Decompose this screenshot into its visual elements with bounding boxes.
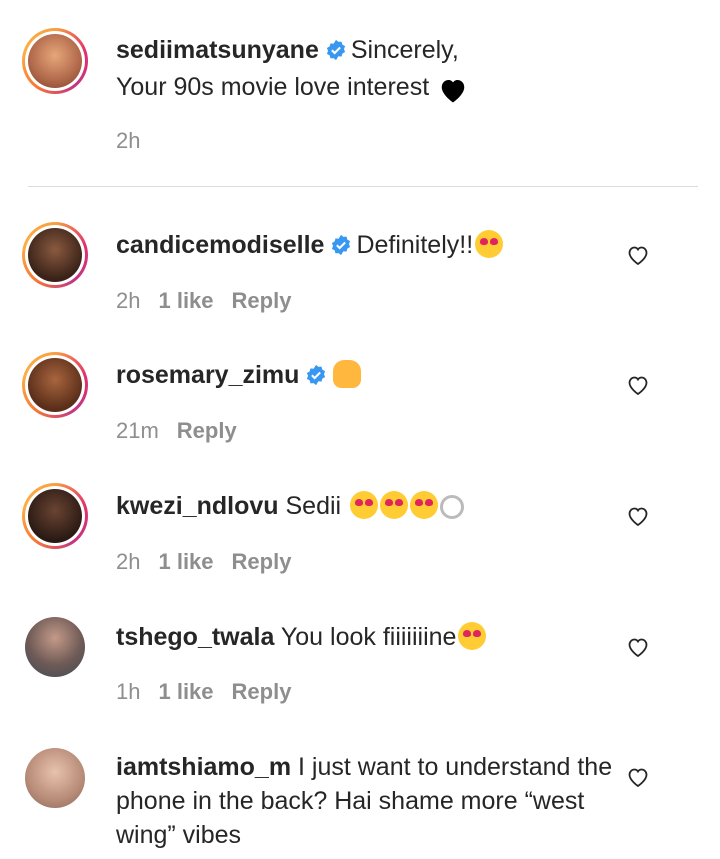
caption-text: Sincerely, [350, 36, 459, 64]
avatar[interactable] [22, 352, 88, 418]
comment-text: Sedii [285, 492, 342, 520]
heart-eyes-emoji-icon [458, 622, 487, 650]
comment-username[interactable]: tshego_twala [116, 623, 274, 651]
comment-username[interactable]: kwezi_ndlovu [116, 492, 279, 520]
ring-emoji-icon [440, 495, 465, 519]
avatar[interactable] [22, 28, 88, 94]
comment-time: 1h [116, 679, 141, 704]
like-heart-icon[interactable] [626, 636, 650, 658]
like-heart-icon[interactable] [626, 505, 650, 527]
comment-time: 2h [116, 549, 141, 574]
comment-username[interactable]: iamtshiamo_m [116, 753, 291, 781]
divider [28, 186, 698, 187]
verified-badge-icon [305, 361, 327, 395]
reply-button[interactable]: Reply [177, 418, 237, 443]
comment-time: 2h [116, 288, 141, 313]
comment-likes[interactable]: 1 like [158, 288, 213, 313]
heart-eyes-emoji-icon [380, 491, 409, 519]
reply-button[interactable]: Reply [232, 679, 292, 704]
comment-text: You look fiiiiiiine [280, 623, 457, 651]
verified-badge-icon [330, 231, 352, 265]
avatar[interactable] [22, 614, 88, 680]
black-heart-icon [438, 75, 466, 103]
reply-button[interactable]: Reply [232, 288, 292, 313]
comment-time: 21m [116, 418, 159, 443]
comment-likes[interactable]: 1 like [158, 679, 213, 704]
comment-likes[interactable]: 1 like [158, 549, 213, 574]
heart-eyes-emoji-icon [410, 491, 439, 519]
caption-username[interactable]: sediimatsunyane [116, 36, 319, 64]
avatar[interactable] [22, 483, 88, 549]
avatar[interactable] [22, 745, 88, 811]
comment-username[interactable]: rosemary_zimu [116, 361, 299, 389]
like-heart-icon[interactable] [626, 374, 650, 396]
like-heart-icon[interactable] [626, 244, 650, 266]
caption-time: 2h [116, 128, 141, 153]
raising-hands-emoji-icon [333, 360, 362, 388]
verified-badge-icon [325, 36, 347, 70]
heart-eyes-emoji-icon [475, 230, 504, 258]
comment-text: Definitely!! [356, 231, 474, 259]
avatar[interactable] [22, 222, 88, 288]
reply-button[interactable]: Reply [232, 549, 292, 574]
caption-text-line2: Your 90s movie love interest [116, 73, 430, 101]
heart-eyes-emoji-icon [350, 491, 379, 519]
comment-username[interactable]: candicemodiselle [116, 231, 324, 259]
like-heart-icon[interactable] [626, 766, 650, 788]
